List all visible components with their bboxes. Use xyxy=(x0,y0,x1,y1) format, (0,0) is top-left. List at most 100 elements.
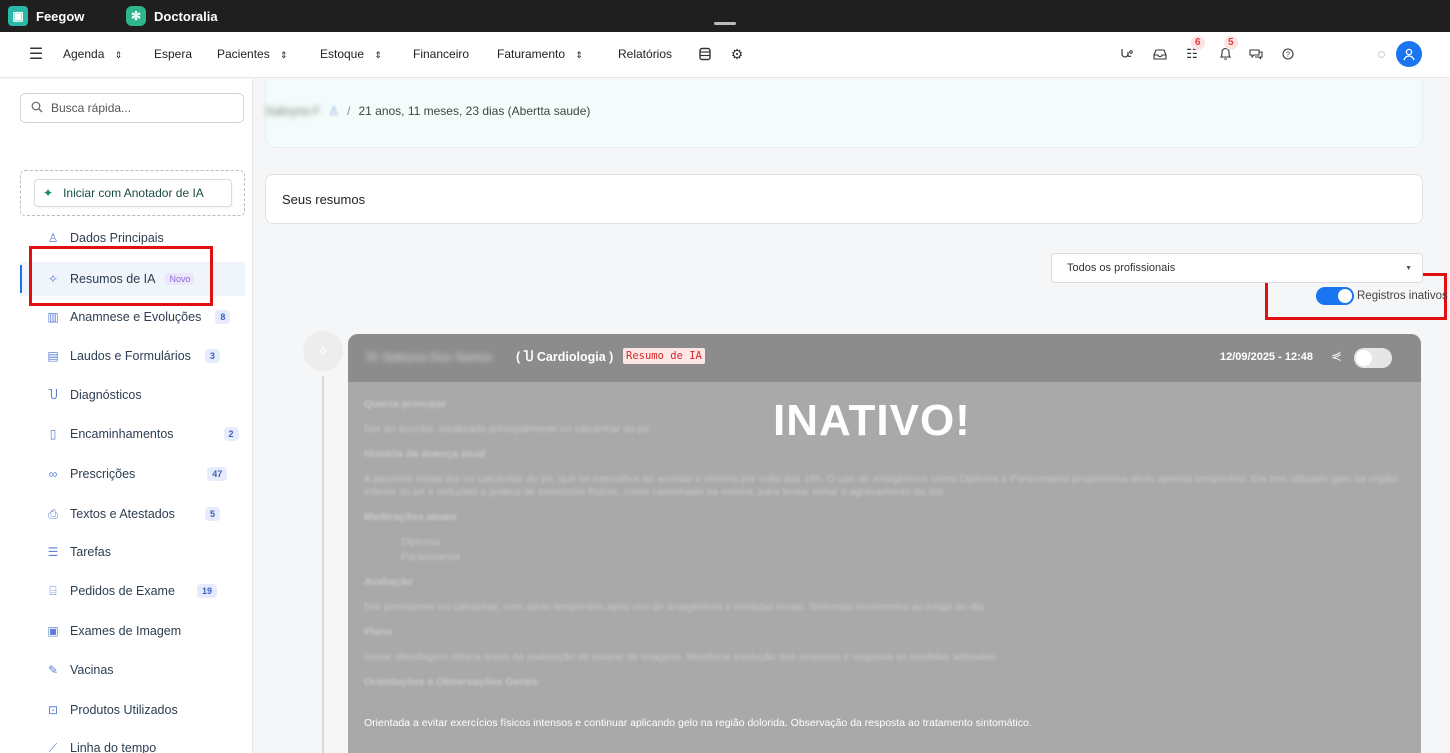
inactive-status-label: INATIVO! xyxy=(773,396,971,445)
doctoralia-logo-icon: ✻ xyxy=(126,6,146,26)
record-professional: Dr Sabryna Dos Santos xyxy=(366,350,493,364)
highlight-box-resumos xyxy=(29,246,213,306)
sidebar-item-label: Linha do tempo xyxy=(70,741,157,753)
sidebar-item-label: Produtos Utilizados xyxy=(70,703,178,717)
section-heading: Orientações e Observações Gerais xyxy=(364,676,538,688)
section-heading: Plano xyxy=(364,626,393,638)
section-text: Iniciar abordagem clínica antes da reali… xyxy=(364,651,999,663)
sidebar-item-encaminhamentos[interactable]: ▯ Encaminhamentos 2 xyxy=(20,417,245,451)
timeline-sparkle-icon: ✧ xyxy=(303,331,343,371)
sidebar-item-label: Diagnósticos xyxy=(70,388,142,402)
search-placeholder: Busca rápida... xyxy=(51,101,132,115)
document-icon: ⎙ xyxy=(48,506,58,521)
nav-pacientes[interactable]: Pacientes ⇕ xyxy=(217,47,288,61)
settings-gear-icon[interactable]: ⚙ xyxy=(727,44,747,64)
stethoscope-icon: Ⴎ xyxy=(523,350,534,364)
inactive-records-toggle[interactable] xyxy=(1316,287,1354,305)
start-ai-annotator-button[interactable]: ✦ Iniciar com Anotador de IA xyxy=(34,179,232,207)
record-header: Dr Sabryna Dos Santos ( Ⴎ Cardiologia ) … xyxy=(348,334,1421,382)
inactive-records-label: Registros inativos xyxy=(1357,290,1448,302)
sidebar-item-tarefas[interactable]: ☰ Tarefas xyxy=(20,535,245,569)
record-last-line: Orientada a evitar exercícios físicos in… xyxy=(364,717,1032,729)
bell-icon[interactable]: 5 xyxy=(1215,36,1238,64)
sidebar-item-pedidos-exame[interactable]: ⌸ Pedidos de Exame 19 xyxy=(20,574,245,608)
chevron-icon: ⇕ xyxy=(280,50,288,60)
database-icon[interactable] xyxy=(695,44,715,64)
record-type-tag: Resumo de IA xyxy=(623,348,705,364)
chevron-icon: ⇕ xyxy=(575,50,583,60)
sidebar-item-label: Anamnese e Evoluções xyxy=(70,310,202,324)
section-heading: Avaliação xyxy=(364,576,413,588)
help-icon[interactable]: ? xyxy=(1278,44,1298,64)
ai-button-label: Iniciar com Anotador de IA xyxy=(63,186,204,200)
record-specialty: ( Ⴎ Cardiologia ) xyxy=(516,350,614,364)
sidebar-item-label: Tarefas xyxy=(70,545,111,559)
sparkle-icon: ✦ xyxy=(43,186,54,200)
doctoralia-tab[interactable]: ✻ Doctoralia xyxy=(126,6,218,26)
nav-faturamento-label: Faturamento xyxy=(497,47,566,61)
pills-icon: ∞ xyxy=(48,467,58,481)
svg-text:?: ? xyxy=(1286,52,1290,59)
sidebar-item-vacinas[interactable]: ✎ Vacinas xyxy=(20,653,245,687)
sidebar-item-exames-imagem[interactable]: ▣ Exames de Imagem xyxy=(20,614,245,648)
count-badge: 2 xyxy=(223,427,239,441)
section-heading: História da doença atual xyxy=(364,448,486,460)
sidebar-item-laudos[interactable]: ▤ Laudos e Formulários 3 xyxy=(20,339,245,373)
timeline-line xyxy=(322,376,324,753)
doctoralia-label: Doctoralia xyxy=(154,8,218,24)
chevron-icon: ⇕ xyxy=(114,50,123,60)
nav-faturamento[interactable]: Faturamento ⇕ xyxy=(497,47,583,61)
nav-pacientes-label: Pacientes xyxy=(217,47,270,61)
app-switcher-bar: ▣ Feegow ✻ Doctoralia xyxy=(0,0,1450,32)
tasks-badge: 6 xyxy=(1191,36,1205,50)
nav-espera[interactable]: Espera xyxy=(154,47,192,61)
nav-estoque-label: Estoque xyxy=(320,47,365,61)
user-avatar-icon[interactable] xyxy=(1396,41,1422,67)
lab-icon: ⌸ xyxy=(49,583,57,598)
nav-relatorios[interactable]: Relatórios xyxy=(618,47,672,61)
separator: / xyxy=(347,104,351,118)
specialty-label: Cardiologia xyxy=(536,350,606,364)
hamburger-menu-icon[interactable]: ☰ xyxy=(26,44,46,64)
sidebar-item-label: Encaminhamentos xyxy=(70,427,174,441)
sidebar-item-label: Prescrições xyxy=(70,467,136,481)
inactive-records-toggle-row: Registros inativos xyxy=(1316,287,1448,305)
count-badge: 19 xyxy=(196,584,217,598)
list-icon: ☰ xyxy=(47,545,59,559)
section-heading: Medicações atuais xyxy=(364,511,457,523)
task-list-icon[interactable]: ☷ 6 xyxy=(1182,36,1205,64)
quick-search-input[interactable]: Busca rápida... xyxy=(20,93,244,123)
count-badge: 3 xyxy=(204,349,220,363)
professional-filter-value: Todos os profissionais xyxy=(1067,262,1176,274)
sidebar-item-label: Exames de Imagem xyxy=(70,624,182,638)
sidebar-item-diagnosticos[interactable]: Ⴎ Diagnósticos xyxy=(20,378,245,412)
drag-handle[interactable] xyxy=(714,22,736,25)
nav-estoque[interactable]: Estoque ⇕ xyxy=(320,47,382,61)
nav-financeiro[interactable]: Financeiro xyxy=(413,47,469,61)
share-icon[interactable]: ⋞ xyxy=(1331,348,1342,364)
search-icon xyxy=(31,101,43,116)
inbox-icon[interactable] xyxy=(1150,44,1170,64)
sidebar-item-prescricoes[interactable]: ∞ Prescrições 47 xyxy=(20,457,245,491)
active-indicator xyxy=(20,265,22,293)
patient-icon: ♙ xyxy=(328,104,340,118)
image-icon: ▣ xyxy=(47,624,59,638)
nav-agenda[interactable]: Agenda ⇕ xyxy=(63,47,122,61)
chat-icon[interactable] xyxy=(1246,44,1266,64)
sidebar-item-produtos[interactable]: ⊡ Produtos Utilizados xyxy=(20,693,245,727)
professional-filter-select[interactable]: Todos os profissionais ▼ xyxy=(1051,253,1423,283)
sidebar-item-textos[interactable]: ⎙ Textos e Atestados 5 xyxy=(20,497,245,531)
patient-sidebar: Busca rápida... ✦ Iniciar com Anotador d… xyxy=(0,79,253,753)
record-active-toggle[interactable] xyxy=(1354,348,1392,368)
patient-name: Sabryna F xyxy=(265,104,321,118)
box-icon: ⊡ xyxy=(47,703,59,717)
stethoscope-icon[interactable] xyxy=(1116,44,1136,64)
count-badge: 5 xyxy=(204,507,220,521)
feegow-tab[interactable]: ▣ Feegow xyxy=(8,6,84,26)
main-navbar: ☰ Agenda ⇕ Espera Pacientes ⇕ Estoque ⇕ … xyxy=(0,32,1450,78)
sidebar-item-label: Pedidos de Exame xyxy=(70,584,175,598)
sidebar-item-linha-tempo[interactable]: ⟋ Linha do tempo xyxy=(20,731,245,753)
sidebar-item-label: Laudos e Formulários xyxy=(70,349,191,363)
status-indicator xyxy=(1378,51,1385,58)
ai-summary-record: Dr Sabryna Dos Santos ( Ⴎ Cardiologia ) … xyxy=(348,334,1421,753)
